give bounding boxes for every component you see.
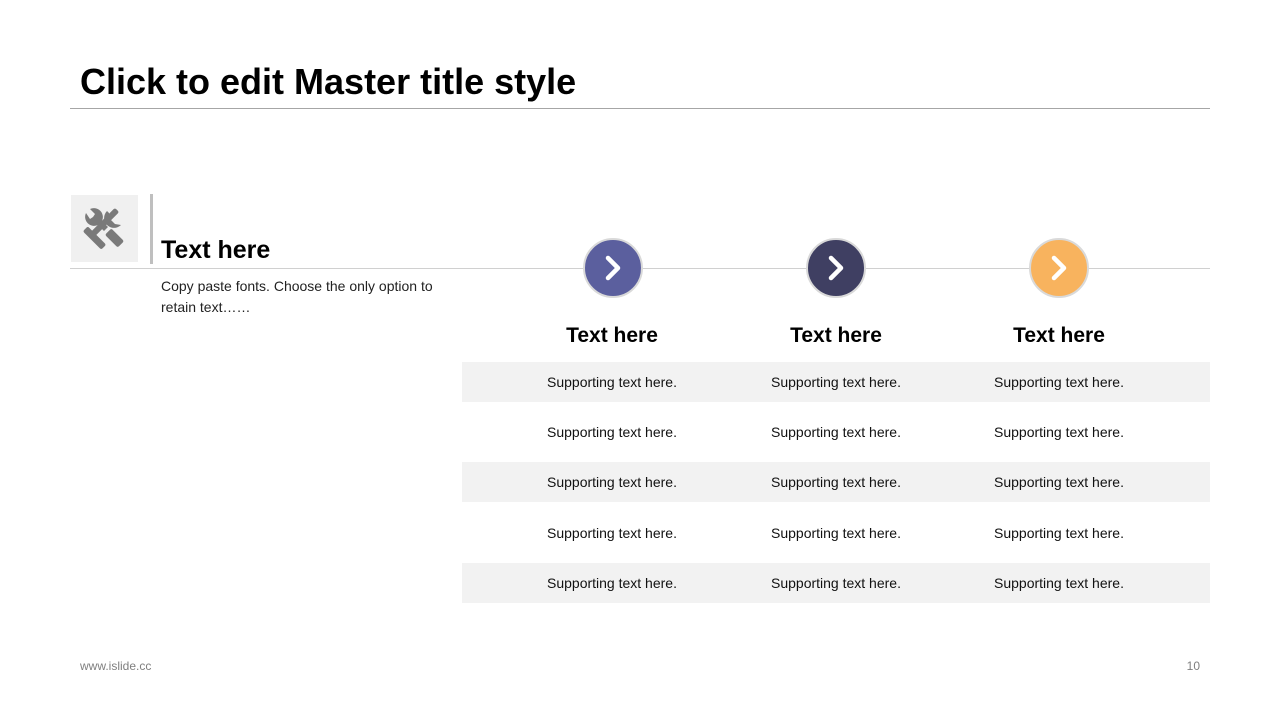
- column-2-heading: Text here: [790, 324, 882, 347]
- footer-url[interactable]: www.islide.cc: [80, 658, 151, 674]
- column-1-circle[interactable]: [583, 238, 643, 298]
- table-cell: Supporting text here.: [994, 525, 1124, 541]
- table-cell: Supporting text here.: [771, 424, 901, 440]
- chevron-right-icon: [605, 255, 621, 281]
- table-cell: Supporting text here.: [771, 525, 901, 541]
- table-row: Supporting text here. Supporting text he…: [462, 563, 1210, 603]
- tools-icon: [83, 208, 124, 249]
- table-cell: Supporting text here.: [994, 575, 1124, 591]
- table-cell: Supporting text here.: [771, 575, 901, 591]
- chevron-right-icon: [828, 255, 844, 281]
- column-3-circle[interactable]: [1029, 238, 1089, 298]
- column-1-heading: Text here: [566, 324, 658, 347]
- table-cell: Supporting text here.: [547, 525, 677, 541]
- feature-icon-box: [71, 195, 138, 262]
- column-2-circle[interactable]: [806, 238, 866, 298]
- column-3-heading: Text here: [1013, 324, 1105, 347]
- table-cell: Supporting text here.: [771, 374, 901, 390]
- table-row: Supporting text here. Supporting text he…: [462, 462, 1210, 502]
- slide-title: Click to edit Master title style: [80, 61, 577, 102]
- table-row: Supporting text here. Supporting text he…: [462, 513, 1210, 553]
- feature-body: Copy paste fonts. Choose the only option…: [161, 278, 433, 315]
- table-cell: Supporting text here.: [547, 374, 677, 390]
- table-cell: Supporting text here.: [547, 474, 677, 490]
- table-cell: Supporting text here.: [994, 374, 1124, 390]
- table-cell: Supporting text here.: [547, 424, 677, 440]
- page-number: 10: [1186, 659, 1200, 673]
- table-row: Supporting text here. Supporting text he…: [462, 362, 1210, 402]
- table-cell: Supporting text here.: [547, 575, 677, 591]
- table-row: Supporting text here. Supporting text he…: [462, 412, 1210, 452]
- title-divider: [70, 108, 1210, 109]
- table-cell: Supporting text here.: [771, 474, 901, 490]
- table-cell: Supporting text here.: [994, 474, 1124, 490]
- feature-heading: Text here: [161, 236, 271, 264]
- feature-divider: [150, 194, 153, 264]
- table-cell: Supporting text here.: [994, 424, 1124, 440]
- chevron-right-icon: [1051, 255, 1067, 281]
